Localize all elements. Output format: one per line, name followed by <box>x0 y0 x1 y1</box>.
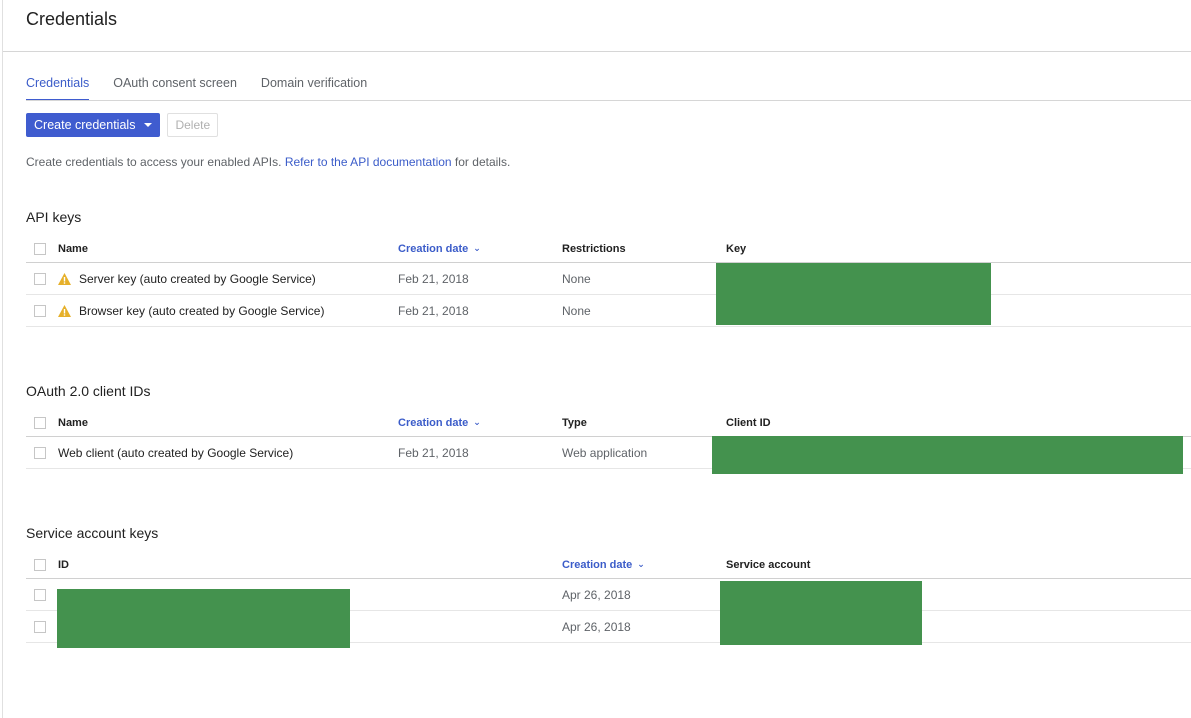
api-documentation-link[interactable]: Refer to the API documentation <box>285 155 452 169</box>
api-key-name[interactable]: Browser key (auto created by Google Serv… <box>79 304 324 318</box>
intro-text: Create credentials to access your enable… <box>26 155 510 169</box>
header-divider <box>3 51 1191 52</box>
row-checkbox[interactable] <box>34 620 46 633</box>
sort-chevron-down-icon: ⌄ <box>473 243 481 253</box>
column-service-account: Service account <box>726 558 811 571</box>
tab-oauth-consent-screen[interactable]: OAuth consent screen <box>113 76 237 101</box>
select-all-checkbox[interactable] <box>34 242 46 255</box>
warning-icon <box>58 272 71 285</box>
oauth-client-name[interactable]: Web client (auto created by Google Servi… <box>58 437 293 468</box>
column-client-id: Client ID <box>726 416 771 429</box>
tab-domain-verification[interactable]: Domain verification <box>261 76 367 101</box>
sort-chevron-down-icon: ⌄ <box>473 417 481 427</box>
service-key-date: Apr 26, 2018 <box>562 587 631 602</box>
column-creation-date[interactable]: Creation date ⌄ <box>398 409 481 436</box>
api-keys-title: API keys <box>26 209 82 225</box>
redacted-service-key-id <box>57 589 350 648</box>
select-all-checkbox[interactable] <box>34 416 46 429</box>
select-all-checkbox[interactable] <box>34 558 46 571</box>
table-header: Name Creation date ⌄ Restrictions Key <box>26 235 1191 263</box>
row-checkbox[interactable] <box>34 588 46 601</box>
column-creation-date-label: Creation date <box>398 242 469 255</box>
column-name: Name <box>58 242 88 255</box>
column-creation-date[interactable]: Creation date ⌄ <box>398 235 481 262</box>
column-id: ID <box>58 558 69 571</box>
intro-text-after: for details. <box>451 155 511 169</box>
service-account-keys-title: Service account keys <box>26 525 159 541</box>
api-key-restrictions: None <box>562 271 591 286</box>
redacted-client-id <box>712 436 1183 474</box>
sort-chevron-down-icon: ⌄ <box>637 559 645 569</box>
page-title: Credentials <box>26 9 118 29</box>
oauth-client-date: Feb 21, 2018 <box>398 445 469 460</box>
redacted-api-key <box>716 263 991 325</box>
redacted-service-account <box>720 581 922 645</box>
api-key-date: Feb 21, 2018 <box>398 271 469 286</box>
row-checkbox[interactable] <box>34 304 46 317</box>
oauth-client-ids-title: OAuth 2.0 client IDs <box>26 383 151 399</box>
api-key-date: Feb 21, 2018 <box>398 303 469 318</box>
table-row[interactable]: Browser key (auto created by Google Serv… <box>26 295 1191 327</box>
column-type: Type <box>562 416 587 429</box>
api-key-restrictions: None <box>562 303 591 318</box>
column-creation-date[interactable]: Creation date ⌄ <box>562 551 645 578</box>
create-credentials-button[interactable]: Create credentials <box>26 113 161 137</box>
tab-credentials[interactable]: Credentials <box>26 76 90 101</box>
tabs-divider <box>26 100 1191 101</box>
table-header: ID Creation date ⌄ Service account <box>26 551 1191 579</box>
row-checkbox[interactable] <box>34 446 46 459</box>
oauth-client-type: Web application <box>562 445 648 460</box>
delete-button[interactable]: Delete <box>167 113 219 137</box>
tab-bar: Credentials OAuth consent screen Domain … <box>26 76 391 101</box>
service-key-date: Apr 26, 2018 <box>562 619 631 634</box>
toolbar: Create credentials Delete <box>26 113 219 137</box>
column-name: Name <box>58 416 88 429</box>
table-header: Name Creation date ⌄ Type Client ID <box>26 409 1191 437</box>
column-creation-date-label: Creation date <box>398 416 469 429</box>
create-credentials-label: Create credentials <box>34 118 136 132</box>
left-border <box>2 0 3 718</box>
column-key: Key <box>726 242 747 255</box>
intro-text-before: Create credentials to access your enable… <box>26 155 285 169</box>
caret-down-icon <box>144 123 153 127</box>
warning-icon <box>58 304 71 317</box>
row-checkbox[interactable] <box>34 272 46 285</box>
api-key-name[interactable]: Server key (auto created by Google Servi… <box>79 272 316 286</box>
column-restrictions: Restrictions <box>562 242 626 255</box>
column-creation-date-label: Creation date <box>562 558 633 571</box>
api-keys-table: Name Creation date ⌄ Restrictions Key Ser… <box>26 235 1191 327</box>
table-row[interactable]: Server key (auto created by Google Servi… <box>26 263 1191 295</box>
